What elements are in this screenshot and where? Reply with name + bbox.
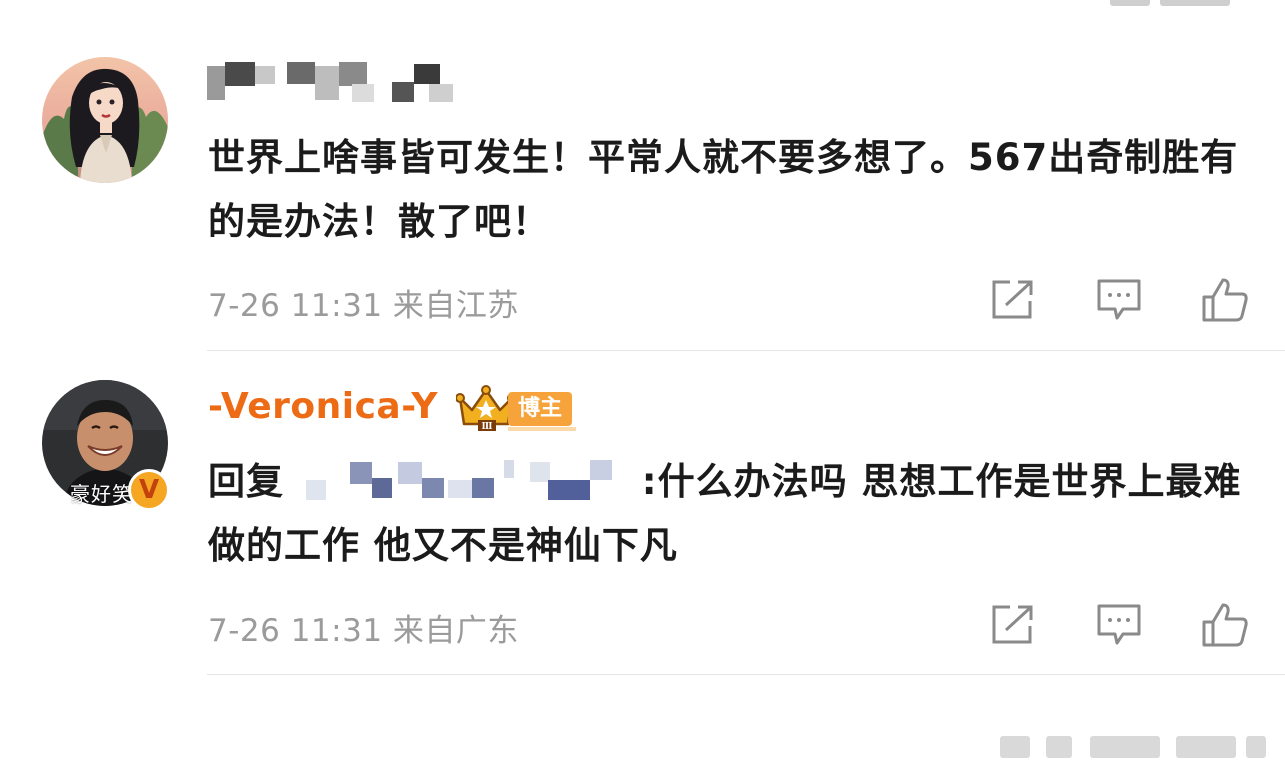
top-cutoff-fragment [1100, 0, 1250, 6]
verified-badge-icon: V [128, 469, 170, 511]
tag-underline [508, 427, 576, 431]
comment-actions [985, 597, 1255, 653]
crown-icon: Ⅲ [455, 384, 517, 432]
badge-level: Ⅲ [482, 422, 493, 432]
comment-icon[interactable] [1091, 597, 1147, 653]
divider [207, 350, 1285, 351]
comment-meta: 7-26 11:31 来自广东 [208, 613, 519, 649]
avatar-caption: 豪好笑 [70, 482, 133, 506]
bottom-watermark-fragment [1000, 736, 1270, 758]
username[interactable]: -Veronica-Y [208, 386, 438, 427]
comment-actions [985, 272, 1255, 328]
share-icon[interactable] [985, 597, 1041, 653]
reply-text-block: 回复 :什么办法吗 思想工作是世界上最难做的工作 他又不是神仙下凡 [208, 450, 1248, 578]
divider [207, 674, 1285, 675]
comment-meta: 7-26 11:31 来自江苏 [208, 288, 519, 324]
share-icon[interactable] [985, 272, 1041, 328]
blogger-tag: 博主 [508, 392, 573, 426]
masked-username [207, 60, 457, 104]
like-icon[interactable] [1197, 272, 1253, 328]
like-icon[interactable] [1197, 597, 1253, 653]
comment-text: 世界上啥事皆可发生！平常人就不要多想了。567出奇制胜有的是办法！散了吧！ [208, 136, 1239, 243]
comment-icon[interactable] [1091, 272, 1147, 328]
reply-prefix: 回复 [208, 460, 284, 503]
avatar[interactable] [42, 57, 168, 183]
masked-mention [298, 456, 628, 502]
